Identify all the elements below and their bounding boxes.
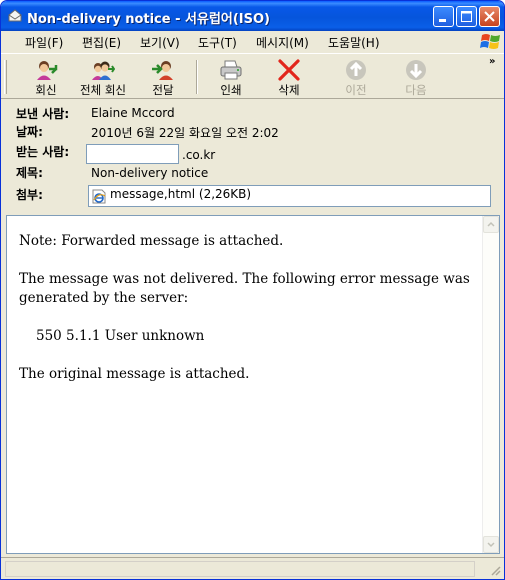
toolbar: 회신 전체 회신 전달 인쇄 삭제 이전 다음 »: [1, 53, 504, 99]
menu-edit[interactable]: 편집(E): [82, 34, 121, 51]
html-file-icon: [92, 189, 106, 204]
attachment-name[interactable]: message,html (2,26KB): [110, 187, 251, 201]
menu-tools[interactable]: 도구(T): [198, 34, 237, 51]
maximize-icon: [461, 11, 472, 22]
menu-view[interactable]: 보기(V): [140, 34, 180, 51]
arrow-down-circle-icon: [406, 60, 426, 80]
resize-grip-icon[interactable]: [489, 564, 501, 576]
scroll-up-button[interactable]: [483, 216, 499, 233]
reply-button[interactable]: 회신: [21, 57, 71, 97]
reply-all-button[interactable]: 전체 회신: [73, 57, 133, 97]
window-title: Non-delivery notice - 서유럽어(ISO): [27, 12, 270, 27]
to-label: 받는 사람:: [16, 145, 70, 159]
minimize-icon: [439, 19, 446, 22]
date-value: 2010년 6월 22일 화요일 오전 2:02: [91, 126, 279, 140]
from-value: Elaine Mccord: [91, 106, 175, 120]
printer-icon: [220, 60, 242, 80]
reply-label: 회신: [35, 83, 57, 97]
forward-icon: [152, 61, 173, 80]
scroll-down-button[interactable]: [483, 536, 499, 553]
title-bar[interactable]: Non-delivery notice - 서유럽어(ISO): [1, 1, 504, 31]
message-window: Non-delivery notice - 서유럽어(ISO) 파일(F) 편집…: [0, 0, 505, 580]
previous-button[interactable]: 이전: [334, 57, 378, 97]
toolbar-separator: [196, 60, 198, 94]
toolbar-grip[interactable]: [4, 60, 7, 94]
reply-icon: [37, 61, 58, 80]
minimize-button[interactable]: [433, 6, 454, 27]
menu-help[interactable]: 도움말(H): [328, 34, 380, 51]
scroll-up-arrow-icon: [487, 221, 495, 227]
message-text: Note: Forwarded message is attached. The…: [19, 232, 474, 384]
attachment-field[interactable]: message,html (2,26KB): [88, 185, 491, 207]
next-button[interactable]: 다음: [394, 57, 438, 97]
close-icon: [484, 11, 495, 22]
arrow-up-circle-icon: [346, 60, 366, 80]
to-domain-suffix: .co.kr: [182, 148, 216, 162]
message-line: The message was not delivered. The follo…: [19, 271, 470, 306]
reply-all-icon: [92, 61, 115, 80]
vertical-scrollbar[interactable]: [482, 216, 499, 553]
date-label: 날짜:: [16, 125, 43, 139]
close-button[interactable]: [479, 6, 500, 27]
delete-label: 삭제: [278, 83, 300, 97]
delete-x-icon: [278, 59, 300, 81]
reply-all-label: 전체 회신: [80, 83, 126, 97]
scroll-down-arrow-icon: [487, 542, 495, 548]
print-label: 인쇄: [220, 83, 242, 97]
envelope-icon: [8, 9, 22, 22]
menu-bar: 파일(F) 편집(E) 보기(V) 도구(T) 메시지(M) 도움말(H): [1, 31, 504, 52]
message-body[interactable]: Note: Forwarded message is attached. The…: [6, 215, 500, 554]
menu-message[interactable]: 메시지(M): [256, 34, 309, 51]
message-line: The original message is attached.: [19, 366, 250, 382]
delete-button[interactable]: 삭제: [267, 57, 311, 97]
windows-logo-icon: [480, 34, 500, 49]
message-line: Note: Forwarded message is attached.: [19, 233, 284, 249]
status-bar: [1, 557, 504, 579]
subject-value: Non-delivery notice: [91, 166, 209, 180]
recipient-redacted-box: [86, 144, 179, 164]
menu-file[interactable]: 파일(F): [25, 34, 63, 51]
attach-label: 첨부:: [16, 188, 43, 202]
message-error-line: 550 5.1.1 User unknown: [36, 328, 205, 344]
forward-button[interactable]: 전달: [139, 57, 187, 97]
maximize-button[interactable]: [456, 6, 477, 27]
previous-label: 이전: [345, 83, 367, 97]
subject-label: 제목:: [16, 166, 43, 180]
status-panel: [5, 561, 475, 577]
forward-label: 전달: [152, 83, 174, 97]
from-label: 보낸 사람:: [16, 107, 70, 121]
toolbar-overflow-chevron[interactable]: »: [489, 56, 495, 67]
next-label: 다음: [405, 83, 427, 97]
print-button[interactable]: 인쇄: [209, 57, 253, 97]
